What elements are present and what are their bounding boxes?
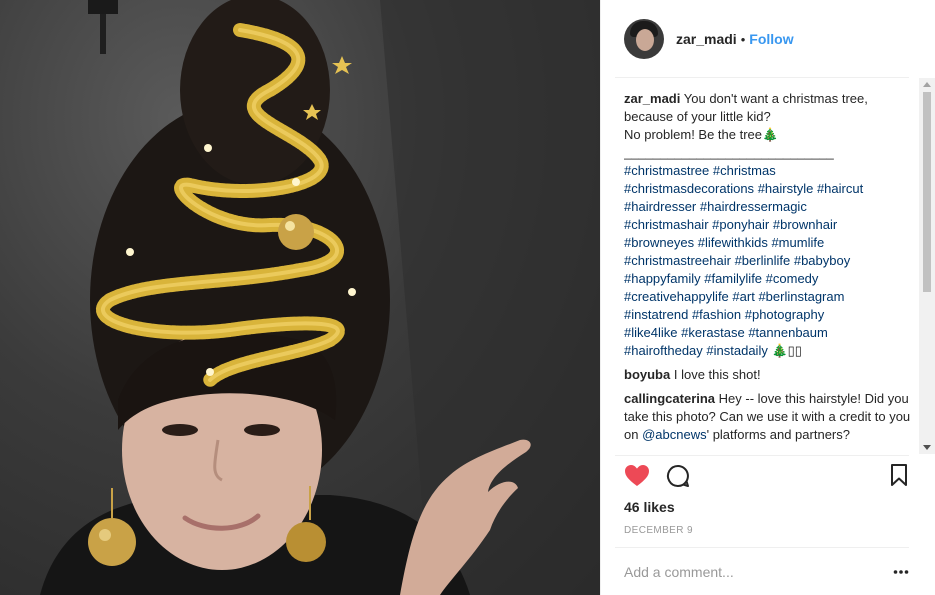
hashtag-link[interactable]: #brownhair	[773, 217, 837, 232]
hashtag-line: #instatrend #fashion #photography	[624, 306, 914, 324]
add-comment-input[interactable]	[624, 563, 864, 581]
hashtag-line: #christmastreehair #berlinlife #babyboy	[624, 252, 914, 270]
hashtag-link[interactable]: #hairdressermagic	[700, 199, 807, 214]
hashtag-link[interactable]: #christmasdecorations	[624, 181, 754, 196]
caption-username[interactable]: zar_madi	[624, 91, 680, 106]
hashtag-link[interactable]: #happyfamily	[624, 271, 701, 286]
follow-button[interactable]: Follow	[749, 31, 793, 47]
hashtag-link[interactable]: #christmastreehair	[624, 253, 731, 268]
hashtag-link[interactable]: #like4like	[624, 325, 677, 340]
heart-icon[interactable]	[624, 464, 650, 491]
hashtag-link[interactable]: #berlinstagram	[758, 289, 844, 304]
hashtag-line: #like4like #kerastase #tannenbaum	[624, 324, 914, 342]
comment-bubble-icon[interactable]	[666, 464, 690, 491]
hashtag-line: #browneyes #lifewithkids #mumlife	[624, 234, 914, 252]
mention-link[interactable]: @abcnews	[642, 427, 707, 442]
hashtag-link[interactable]: #creativehappylife	[624, 289, 729, 304]
author-username[interactable]: zar_madi	[676, 31, 737, 47]
avatar[interactable]	[624, 19, 664, 59]
scroll-down-arrow-icon[interactable]	[923, 445, 931, 450]
hashtag-link[interactable]: #art	[732, 289, 754, 304]
hashtag-link[interactable]: #browneyes	[624, 235, 694, 250]
hashtag-line: #hairdresser #hairdressermagic	[624, 198, 914, 216]
hashtag-link[interactable]: #tannenbaum	[748, 325, 828, 340]
hashtag-link[interactable]: #instadaily	[706, 343, 767, 358]
hashtag-line: #christmastree #christmas	[624, 162, 914, 180]
comment-username[interactable]: boyuba	[624, 367, 670, 382]
post-date[interactable]: DECEMBER 9	[624, 525, 693, 536]
instagram-post: zar_madi • Follow zar_madi You don't wan…	[0, 0, 935, 595]
post-side-panel: zar_madi • Follow zar_madi You don't wan…	[600, 0, 935, 595]
comment-text-tail: ' platforms and partners?	[706, 427, 850, 442]
actions-divider	[615, 455, 909, 456]
hashtag-link[interactable]: #haircut	[817, 181, 863, 196]
more-options-icon[interactable]	[893, 562, 909, 585]
comment-divider	[615, 547, 909, 548]
hashtag-link[interactable]: #christmashair	[624, 217, 709, 232]
bookmark-icon[interactable]	[890, 464, 908, 489]
avatar-face	[636, 29, 654, 51]
hashtag-line: #creativehappylife #art #berlinstagram	[624, 288, 914, 306]
comments-scrollbar[interactable]	[919, 78, 935, 454]
hashtag-line: #christmasdecorations #hairstyle #haircu…	[624, 180, 914, 198]
comment-text: I love this shot!	[673, 367, 761, 382]
hashtag-link[interactable]: #familylife	[704, 271, 762, 286]
scroll-up-arrow-icon[interactable]	[923, 82, 931, 87]
scrollbar-thumb[interactable]	[923, 92, 931, 292]
hashtag-link[interactable]: #kerastase	[681, 325, 745, 340]
hashtag-link[interactable]: #hairdresser	[624, 199, 696, 214]
photo-illustration	[40, 0, 600, 595]
caption-emoji: 🎄▯▯	[771, 343, 802, 358]
header-divider	[615, 77, 909, 78]
comment-item: boyuba I love this shot!	[624, 366, 914, 384]
hashtag-link[interactable]: #ponyhair	[712, 217, 769, 232]
hashtag-link[interactable]: #christmas	[713, 163, 776, 178]
hashtag-link[interactable]: #hairoftheday	[624, 343, 703, 358]
hashtag-link[interactable]: #berlinlife	[735, 253, 791, 268]
hashtag-link[interactable]: #fashion	[692, 307, 741, 322]
hashtag-link[interactable]: #babyboy	[794, 253, 850, 268]
header-separator: •	[740, 31, 746, 47]
hashtag-link[interactable]: #comedy	[766, 271, 819, 286]
comment-username[interactable]: callingcaterina	[624, 391, 715, 406]
hashtag-link[interactable]: #lifewithkids	[698, 235, 768, 250]
hashtag-line: #happyfamily #familylife #comedy	[624, 270, 914, 288]
hashtag-line: #christmashair #ponyhair #brownhair	[624, 216, 914, 234]
hashtag-link[interactable]: #photography	[745, 307, 825, 322]
comment-item: callingcaterina Hey -- love this hairsty…	[624, 390, 914, 444]
hashtag-line: #hairoftheday #instadaily 🎄▯▯	[624, 342, 914, 360]
hashtag-link[interactable]: #mumlife	[771, 235, 824, 250]
hashtag-list: #christmastree #christmas #christmasdecor…	[624, 162, 914, 360]
caption: zar_madi You don't want a christmas tree…	[624, 90, 914, 360]
likes-count[interactable]: 46 likes	[624, 499, 675, 515]
hashtag-link[interactable]: #hairstyle	[758, 181, 814, 196]
comments-list[interactable]: zar_madi You don't want a christmas tree…	[624, 90, 914, 454]
hashtag-link[interactable]: #christmastree	[624, 163, 709, 178]
hashtag-link[interactable]: #instatrend	[624, 307, 688, 322]
post-actions	[624, 462, 914, 494]
post-photo[interactable]	[0, 0, 600, 595]
post-header: zar_madi • Follow	[601, 0, 935, 78]
